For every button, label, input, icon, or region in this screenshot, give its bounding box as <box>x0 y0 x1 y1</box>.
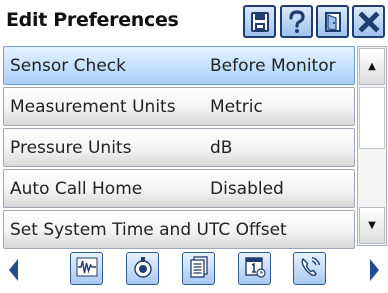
documents-icon <box>187 255 211 283</box>
save-icon <box>249 11 271 33</box>
previous-page-arrow-icon[interactable] <box>9 259 18 281</box>
preference-value: Metric <box>210 97 263 117</box>
phone-call-icon <box>298 255 322 283</box>
documents-button[interactable] <box>182 252 215 285</box>
close-button[interactable] <box>352 5 385 38</box>
exit-button[interactable] <box>316 5 349 38</box>
preference-row-pressure-units[interactable]: Pressure Units dB <box>3 128 355 167</box>
help-button[interactable] <box>280 5 313 38</box>
help-icon <box>286 9 308 34</box>
preference-row-auto-call-home[interactable]: Auto Call Home Disabled <box>3 169 355 208</box>
preference-row-measurement-units[interactable]: Measurement Units Metric <box>3 87 355 126</box>
preference-label: Auto Call Home <box>10 179 143 199</box>
scroll-down-button[interactable]: ▼ <box>359 207 385 244</box>
preference-value: Disabled <box>210 179 284 199</box>
next-page-arrow-icon[interactable] <box>370 259 379 281</box>
preference-label: Measurement Units <box>10 97 176 117</box>
close-icon <box>357 10 380 33</box>
call-button[interactable] <box>293 252 326 285</box>
calendar-button[interactable] <box>238 252 271 285</box>
sensor-icon <box>131 255 155 283</box>
waveform-icon <box>75 255 99 283</box>
scrollbar-thumb[interactable] <box>359 87 385 149</box>
exit-door-icon <box>322 11 344 33</box>
preference-row-sensor-check[interactable]: Sensor Check Before Monitor <box>3 46 355 85</box>
calendar-clock-icon <box>243 255 267 283</box>
triangle-down-icon: ▼ <box>368 220 376 231</box>
preference-label: Sensor Check <box>10 56 126 76</box>
sensor-button[interactable] <box>126 252 159 285</box>
footer-toolbar <box>0 246 388 293</box>
page-title: Edit Preferences <box>6 9 179 31</box>
preference-row-set-system-time[interactable]: Set System Time and UTC Offset <box>3 210 355 249</box>
title-bar: Edit Preferences <box>0 0 388 44</box>
preferences-list: Sensor Check Before Monitor Measurement … <box>3 46 355 251</box>
preference-value: Before Monitor <box>210 56 336 76</box>
preference-label: Pressure Units <box>10 138 132 158</box>
waveform-button[interactable] <box>70 252 103 285</box>
triangle-up-icon: ▲ <box>368 61 376 72</box>
scroll-up-button[interactable]: ▲ <box>359 48 385 85</box>
preference-label: Set System Time and UTC Offset <box>10 220 287 240</box>
preference-value: dB <box>210 138 233 158</box>
save-button[interactable] <box>243 5 276 38</box>
list-scrollbar[interactable]: ▲ ▼ <box>357 46 387 246</box>
